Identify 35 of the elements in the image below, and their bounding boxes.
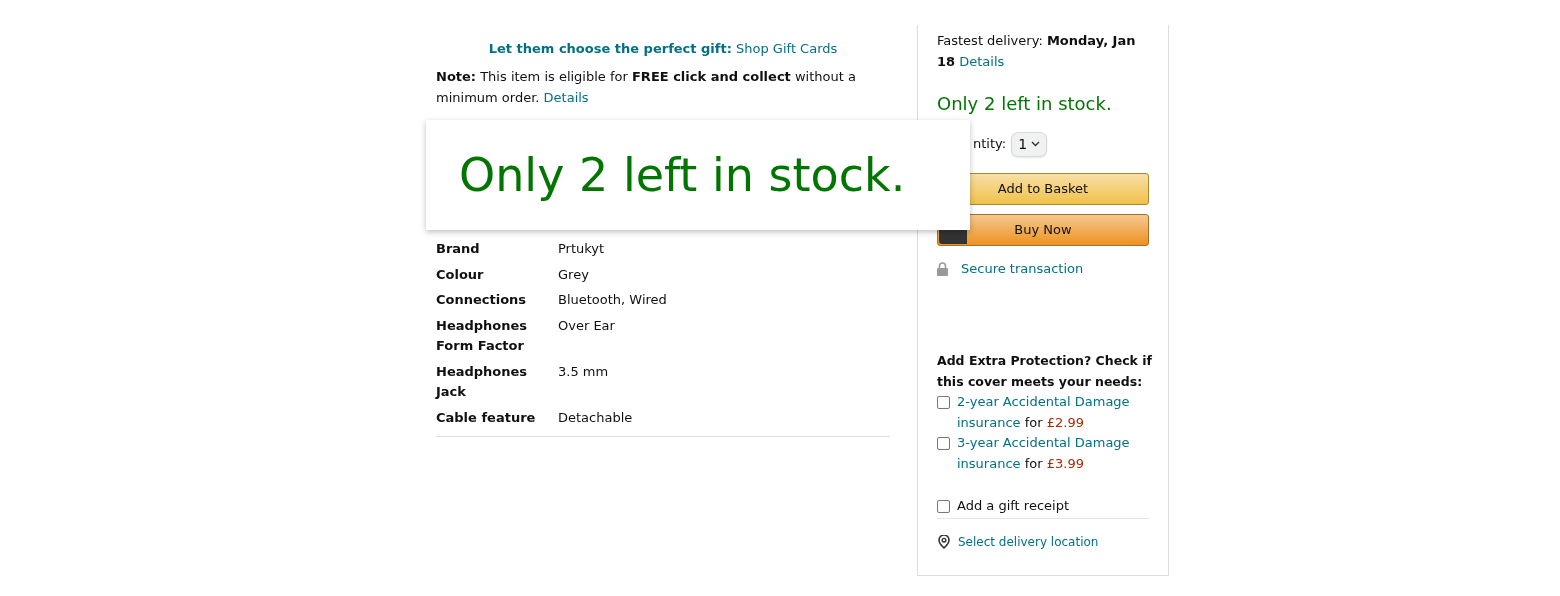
spec-name: Headphones Jack (436, 362, 529, 401)
protection-option-text: 2-year Accidental Damage insurance for £2.99 (957, 393, 1131, 432)
checkbox[interactable] (937, 396, 950, 409)
checkbox[interactable] (937, 437, 950, 450)
spec-value: Prtukyt (558, 240, 606, 258)
spec-name: Colour (436, 265, 485, 284)
protection-option-text: 3-year Accidental Damage insurance for £3.99 (957, 434, 1131, 473)
spec-name: Connections (436, 291, 528, 309)
checkbox[interactable] (937, 499, 950, 513)
details-link[interactable]: Details (543, 89, 589, 105)
chevron-icon (1031, 141, 1041, 147)
quantity-dropdown[interactable]: 1 (1011, 131, 1048, 157)
delivery-location-link[interactable]: Select delivery location (958, 533, 1099, 551)
spec-value: 3.5 mm (558, 362, 610, 381)
stock-status: Only 2 left in stock. (937, 92, 1113, 116)
spec-name: Cable feature (436, 408, 537, 427)
zoomed-stock-text: Only 2 left in stock. (459, 146, 906, 204)
spec-name: Brand (436, 240, 481, 258)
location-pin-icon (937, 535, 951, 549)
spec-name: Headphones Form Factor (436, 316, 529, 355)
spec-value: Detachable (558, 408, 634, 427)
details-link[interactable]: Details (959, 53, 1005, 69)
promo-label: Let them choose the perfect gift: (488, 41, 732, 56)
gift-cards-link[interactable]: Shop Gift Cards (736, 41, 838, 56)
delivery-text: Fastest delivery: Monday, Jan 18 Details (937, 32, 1137, 71)
note-text: Note: This item is eligible for FREE click and collect without a minimum order. Details (436, 68, 857, 107)
spec-value: Over Ear (558, 316, 616, 335)
quantity-label: ntity: (973, 135, 1007, 154)
spec-value: Grey (558, 265, 590, 284)
buy-now-button[interactable]: Buy Now (937, 214, 1149, 246)
lock-icon (937, 262, 948, 276)
gift-receipt-label: Add a gift receipt (957, 497, 1069, 515)
protection-heading: Add Extra Protection? Check if this cover meets your needs: (937, 352, 1153, 391)
secure-transaction-link[interactable]: Secure transaction (961, 259, 1084, 279)
spec-value: Bluetooth, Wired (558, 291, 668, 309)
